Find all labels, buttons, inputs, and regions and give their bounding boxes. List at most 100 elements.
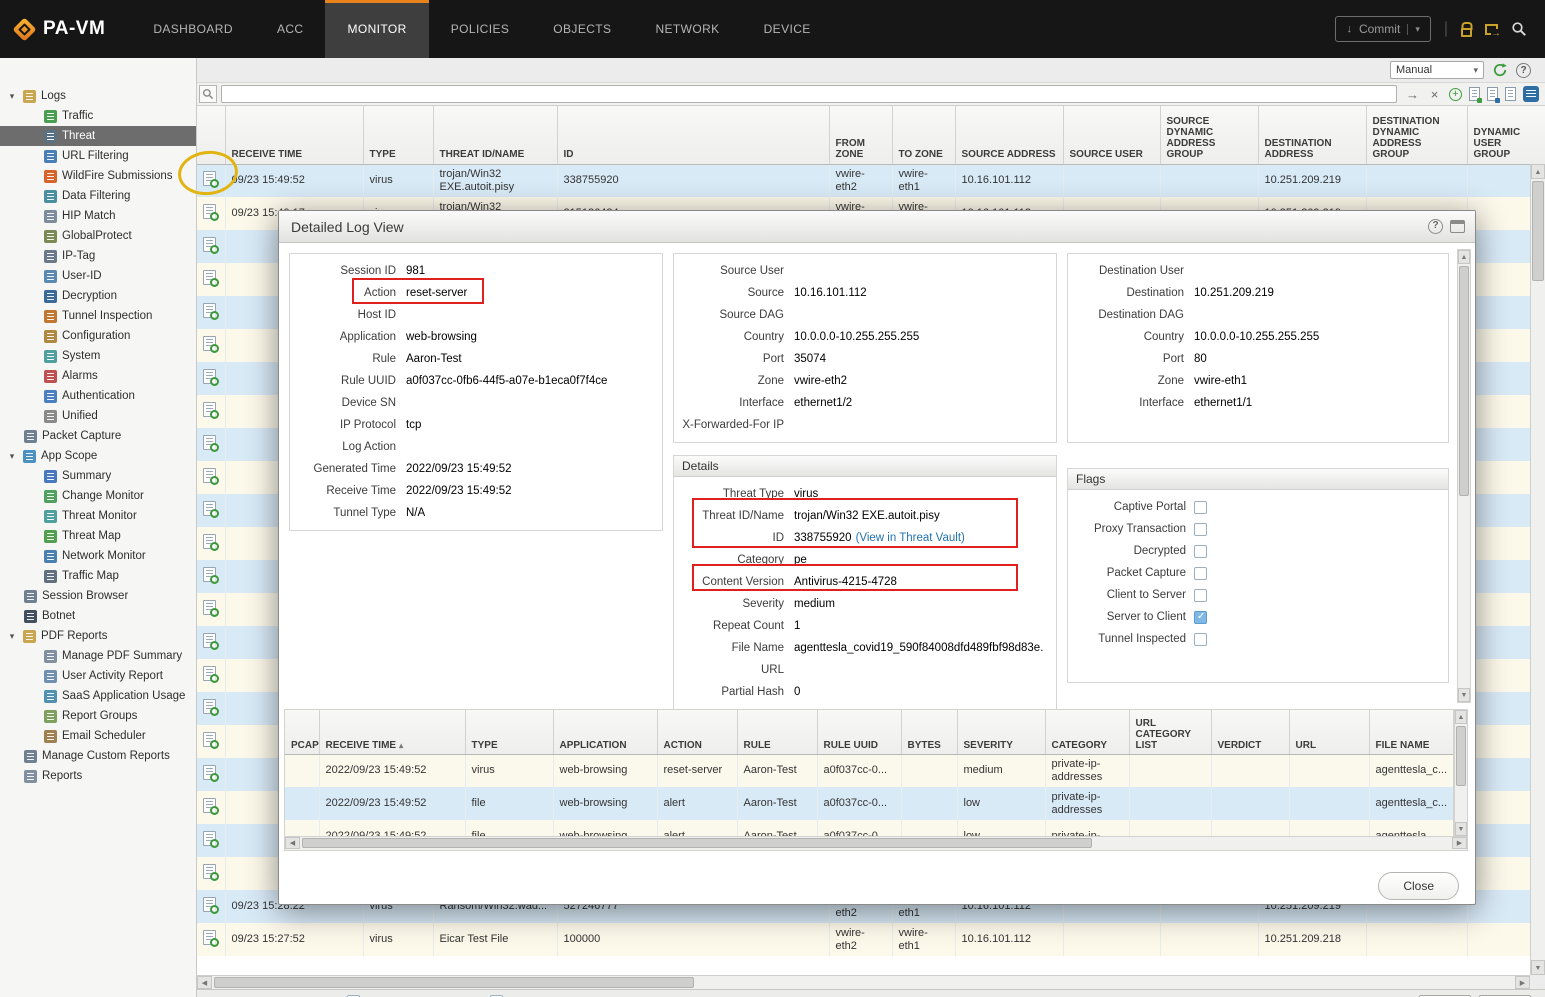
sidebar-item[interactable]: ▾ Tunnel Inspection — [0, 306, 196, 326]
sidebar-item[interactable]: ▾ Threat — [0, 126, 196, 146]
table-vertical-scrollbar[interactable]: ▲ ▼ — [1530, 164, 1545, 975]
modal-window-icon[interactable] — [1450, 220, 1465, 233]
scroll-left-icon[interactable]: ◀ — [285, 837, 300, 849]
detailed-log-view-icon[interactable] — [203, 501, 216, 516]
global-search-icon[interactable] — [1511, 21, 1527, 37]
sidebar-item[interactable]: ▾ Alarms — [0, 366, 196, 386]
sidebar-item[interactable]: ▾ Session Browser — [0, 586, 196, 606]
column-header[interactable]: ▴ — [197, 106, 225, 164]
column-header[interactable]: TYPE▴ — [465, 710, 553, 754]
detailed-log-view-icon[interactable] — [203, 567, 216, 582]
cell-threat-id[interactable]: 100000 — [557, 923, 829, 956]
column-header[interactable]: URL CATEGORY LIST▴ — [1129, 710, 1211, 754]
column-header[interactable]: FILE NAME▴ — [1369, 710, 1454, 754]
column-header[interactable]: RECEIVE TIME▴ — [225, 106, 363, 164]
cell-source-address[interactable]: 10.16.101.112 — [955, 164, 1063, 197]
flag-checkbox[interactable] — [1194, 633, 1207, 646]
cell-threat-name[interactable]: trojan/Win32 EXE.autoit.pisy — [433, 164, 557, 197]
column-header[interactable]: CATEGORY▴ — [1045, 710, 1129, 754]
sidebar-item[interactable]: ▾ System — [0, 346, 196, 366]
cell-destination-address[interactable]: 10.251.209.219 — [1258, 164, 1366, 197]
save-filter-icon[interactable] — [1469, 87, 1480, 101]
sidebar-item[interactable]: ▾ User-ID — [0, 266, 196, 286]
detailed-log-view-icon[interactable] — [203, 402, 216, 417]
threat-vault-link[interactable]: (View in Threat Vault) — [856, 532, 965, 544]
flag-checkbox[interactable] — [1194, 523, 1207, 536]
sidebar-item[interactable]: ▾ Authentication — [0, 386, 196, 406]
sidebar-item[interactable]: ▾ Traffic Map — [0, 566, 196, 586]
column-header[interactable]: SOURCE ADDRESS▴ — [955, 106, 1063, 164]
scroll-up-icon[interactable]: ▲ — [1458, 250, 1470, 264]
sidebar-item[interactable]: ▾ Reports — [0, 766, 196, 786]
refresh-mode-select[interactable]: Manual ▾ — [1390, 61, 1484, 79]
related-log-row[interactable]: 2022/09/23 15:49:52 virus web-browsing r… — [285, 754, 1454, 787]
sidebar-item[interactable]: ▾ SaaS Application Usage — [0, 686, 196, 706]
modal-help-icon[interactable]: ? — [1428, 219, 1443, 234]
column-header[interactable]: FROM ZONE▴ — [829, 106, 892, 164]
related-log-row[interactable]: 2022/09/23 15:49:52 file web-browsing al… — [285, 787, 1454, 820]
column-header[interactable]: VERDICT▴ — [1211, 710, 1289, 754]
cell-to-zone[interactable]: vwire-eth1 — [892, 164, 955, 197]
add-filter-icon[interactable]: + — [1449, 88, 1462, 101]
nav-tab[interactable]: POLICIES — [429, 0, 532, 58]
cell-threat-id[interactable]: 338755920 — [557, 164, 829, 197]
modal-header[interactable]: Detailed Log View ? — [279, 211, 1475, 243]
sidebar-item[interactable]: ▾ Threat Monitor — [0, 506, 196, 526]
detailed-log-view-icon[interactable] — [203, 864, 216, 879]
help-icon[interactable]: ? — [1516, 63, 1531, 78]
column-header[interactable]: DESTINATION ADDRESS▴ — [1258, 106, 1366, 164]
column-header[interactable]: SOURCE USER▴ — [1063, 106, 1160, 164]
scrollbar-thumb[interactable] — [1459, 266, 1469, 496]
flag-checkbox[interactable] — [1194, 501, 1207, 514]
column-header[interactable]: RULE▴ — [737, 710, 817, 754]
scroll-right-icon[interactable]: ▶ — [1452, 837, 1467, 849]
detailed-log-view-icon[interactable] — [203, 732, 216, 747]
scrollbar-thumb[interactable] — [214, 977, 694, 988]
sidebar-item[interactable]: ▾ Data Filtering — [0, 186, 196, 206]
column-header[interactable]: RECEIVE TIME▴ — [319, 710, 465, 754]
scroll-left-icon[interactable]: ◀ — [197, 976, 212, 989]
nav-tab[interactable]: DEVICE — [742, 0, 833, 58]
nav-tab[interactable]: NETWORK — [633, 0, 741, 58]
cell-receive-time[interactable]: 09/23 15:27:52 — [225, 923, 363, 956]
column-header[interactable]: DYNAMIC USER GROUP▴ — [1467, 106, 1545, 164]
column-header[interactable]: SEVERITY▴ — [957, 710, 1045, 754]
nav-tab[interactable]: DASHBOARD — [131, 0, 255, 58]
scroll-down-icon[interactable]: ▼ — [1531, 960, 1545, 975]
modal-vertical-scrollbar[interactable]: ▲ ▼ — [1457, 249, 1471, 703]
flag-checkbox[interactable] — [1194, 545, 1207, 558]
nav-tab[interactable]: MONITOR — [325, 0, 428, 58]
column-header[interactable]: ID▴ — [557, 106, 829, 164]
scroll-right-icon[interactable]: ▶ — [1515, 976, 1530, 989]
close-button[interactable]: Close — [1378, 872, 1459, 900]
nav-tab[interactable]: OBJECTS — [531, 0, 633, 58]
detailed-log-view-icon[interactable] — [203, 171, 216, 186]
sidebar-item[interactable]: ▾ Manage Custom Reports — [0, 746, 196, 766]
apply-filter-icon[interactable]: → — [1405, 87, 1420, 102]
column-settings-icon[interactable] — [1523, 86, 1539, 102]
detailed-log-view-icon[interactable] — [203, 600, 216, 615]
detailed-log-view-icon[interactable] — [203, 765, 216, 780]
sidebar-item[interactable]: ▾ Threat Map — [0, 526, 196, 546]
column-header[interactable]: APPLICATION▴ — [553, 710, 657, 754]
column-header[interactable]: DESTINATION DYNAMIC ADDRESS GROUP▴ — [1366, 106, 1467, 164]
flag-checkbox[interactable] — [1194, 589, 1207, 602]
related-log-row[interactable]: 2022/09/23 15:49:52 file web-browsing al… — [285, 820, 1454, 837]
cell-to-zone[interactable]: vwire-eth1 — [892, 923, 955, 956]
sidebar-item[interactable]: ▾ Packet Capture — [0, 426, 196, 446]
sidebar-item[interactable]: ▾ HIP Match — [0, 206, 196, 226]
detailed-log-view-icon[interactable] — [203, 237, 216, 252]
detailed-log-view-icon[interactable] — [203, 336, 216, 351]
column-header[interactable]: PCAP▴ — [285, 710, 319, 754]
scrollbar-thumb[interactable] — [1532, 181, 1544, 281]
sidebar-item[interactable]: ▾ Logs — [0, 86, 196, 106]
config-export-icon[interactable] — [1485, 24, 1498, 35]
log-row[interactable]: 09/23 15:49:52 virus trojan/Win32 EXE.au… — [197, 164, 1545, 197]
scroll-down-icon[interactable]: ▼ — [1458, 688, 1470, 702]
detailed-log-view-icon[interactable] — [203, 666, 216, 681]
sidebar-item[interactable]: ▾ Decryption — [0, 286, 196, 306]
sidebar-item[interactable]: ▾ WildFire Submissions — [0, 166, 196, 186]
cell-source-address[interactable]: 10.16.101.112 — [955, 923, 1063, 956]
column-header[interactable]: TO ZONE▴ — [892, 106, 955, 164]
export-logs-icon[interactable] — [1505, 87, 1516, 101]
